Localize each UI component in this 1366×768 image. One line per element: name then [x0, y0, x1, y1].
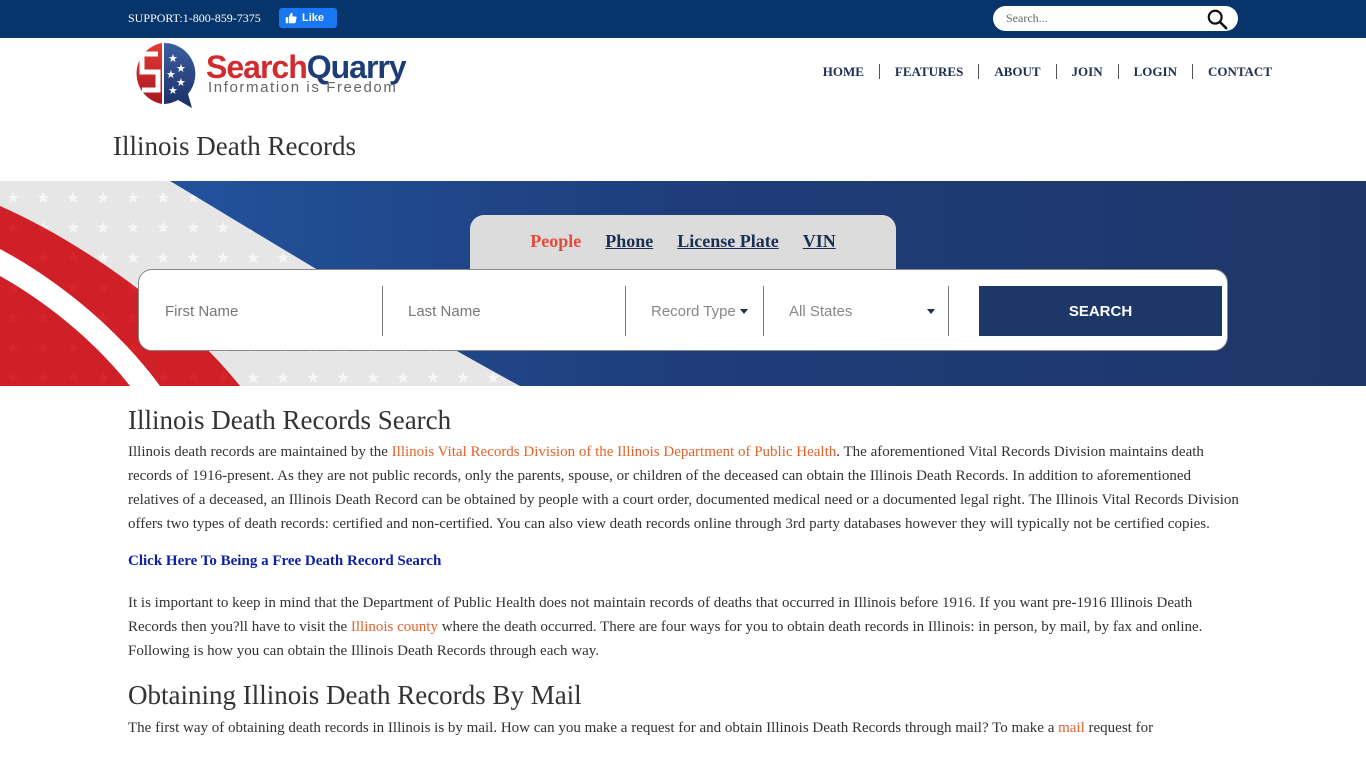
chevron-down-icon [927, 309, 935, 314]
search-button[interactable]: SEARCH [979, 286, 1222, 336]
brand-tagline: Information is Freedom [208, 79, 398, 96]
free-death-record-search-link[interactable]: Click Here To Being a Free Death Record … [128, 551, 1240, 571]
logo[interactable]: ★ ★ ★ ★ ★ SearchQuarry Information is Fr… [128, 40, 428, 112]
record-type-label: Record Type [651, 302, 736, 320]
tab-vin[interactable]: VIN [803, 231, 836, 270]
logo-mark-icon: ★ ★ ★ ★ ★ [136, 42, 196, 108]
top-bar: SUPPORT:1-800-859-7375 Like [0, 0, 1366, 38]
text-span: The first way of obtaining death records… [128, 720, 1059, 736]
support-phone: SUPPORT:1-800-859-7375 [128, 11, 261, 25]
field-divider [948, 286, 949, 336]
site-search-input[interactable] [1006, 9, 1196, 28]
section-heading-by-mail: Obtaining Illinois Death Records By Mail [128, 680, 582, 710]
last-name-field [408, 286, 623, 336]
site-search [993, 6, 1238, 31]
article-content: Illinois Death Records Search Illinois d… [128, 404, 1240, 756]
nav-join[interactable]: JOIN [1055, 64, 1118, 79]
field-divider [382, 286, 383, 336]
nav-features[interactable]: FEATURES [878, 64, 978, 79]
first-name-field [165, 286, 380, 336]
tab-phone[interactable]: Phone [605, 231, 653, 270]
field-divider [763, 286, 764, 336]
first-name-input[interactable] [165, 302, 380, 320]
state-label: All States [789, 302, 853, 320]
last-name-input[interactable] [408, 302, 623, 320]
mail-link[interactable]: mail [1058, 720, 1085, 736]
section-heading-search: Illinois Death Records Search [128, 405, 452, 435]
intro-paragraph: Illinois death records are maintained by… [128, 440, 1240, 536]
by-mail-paragraph: The first way of obtaining death records… [128, 716, 1240, 740]
search-icon[interactable] [1206, 8, 1228, 30]
nav-home[interactable]: HOME [808, 64, 879, 79]
search-type-tabs: People Phone License Plate VIN [470, 215, 896, 270]
record-type-select[interactable]: Record Type [651, 286, 763, 336]
nav-login[interactable]: LOGIN [1117, 64, 1192, 79]
nav-about[interactable]: ABOUT [978, 64, 1055, 79]
like-label: Like [302, 12, 325, 24]
illinois-county-link[interactable]: Illinois county [351, 619, 438, 635]
text-span: Illinois death records are maintained by… [128, 444, 392, 460]
illinois-vital-records-link[interactable]: Illinois Vital Records Division of the I… [392, 444, 837, 460]
svg-text:★: ★ [166, 68, 176, 81]
pre-1916-paragraph: It is important to keep in mind that the… [128, 591, 1240, 663]
svg-text:★: ★ [168, 84, 178, 97]
facebook-like-button[interactable]: Like [279, 8, 337, 28]
chevron-down-icon [739, 308, 748, 314]
field-divider [625, 286, 626, 336]
nav-contact[interactable]: CONTACT [1191, 64, 1272, 79]
tab-license-plate[interactable]: License Plate [677, 231, 778, 270]
page-title: Illinois Death Records [113, 131, 356, 161]
svg-text:★: ★ [176, 62, 186, 75]
people-search-form: Record Type All States SEARCH [138, 269, 1228, 351]
text-span: request for [1084, 720, 1154, 736]
thumbs-up-icon [285, 12, 297, 24]
state-select[interactable]: All States [789, 286, 935, 336]
tab-people[interactable]: People [530, 231, 581, 270]
main-nav: HOME FEATURES ABOUT JOIN LOGIN CONTACT [808, 64, 1272, 79]
